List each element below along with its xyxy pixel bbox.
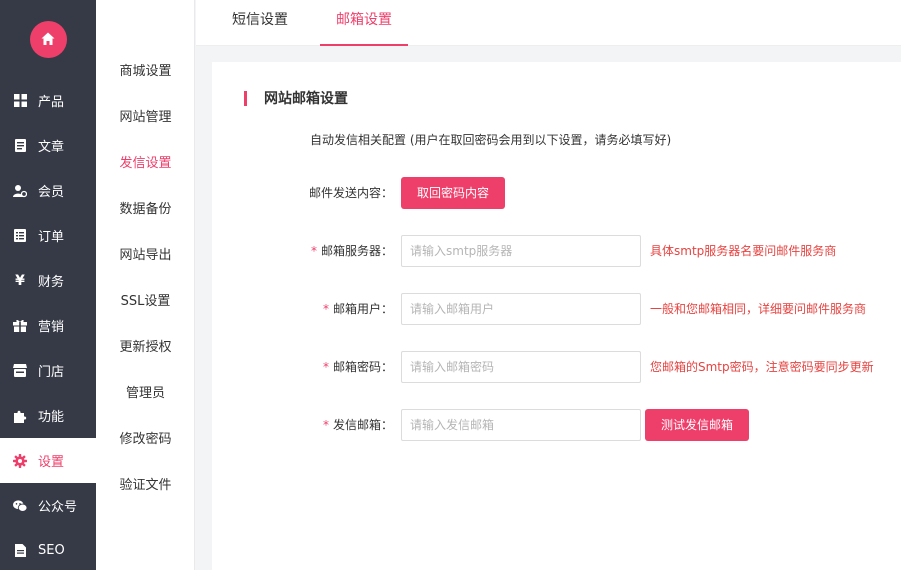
sidebar-item-label: 产品 (38, 95, 65, 110)
seo-icon (13, 544, 27, 558)
sidebar-item-marketing[interactable]: 营销 (0, 303, 96, 348)
sidebar-item-label: 设置 (38, 455, 65, 470)
section-title-text: 网站邮箱设置 (264, 91, 348, 107)
gear-icon (13, 453, 27, 468)
sidebar-item-finance[interactable]: ¥ 财务 (0, 258, 96, 303)
email-user-label: * 邮箱用户： (322, 302, 393, 316)
submenu-item-ssl-settings[interactable]: SSL设置 (96, 290, 195, 309)
sidebar-item-stores[interactable]: 门店 (0, 348, 96, 393)
wechat-icon (13, 499, 27, 513)
test-send-email-button[interactable]: 测试发信邮箱 (645, 409, 749, 441)
sidebar-item-label: 门店 (38, 365, 65, 380)
sidebar-item-members[interactable]: 会员 (0, 168, 96, 213)
email-password-hint: 您邮箱的Smtp密码，注意密码要同步更新 (650, 360, 874, 374)
section-title-accent-bar (244, 90, 247, 106)
logo-area (0, 0, 96, 78)
email-user-hint: 一般和您邮箱相同，详细要问邮件服务商 (650, 302, 867, 316)
sidebar-item-orders[interactable]: 订单 (0, 213, 96, 258)
sidebar-item-label: 公众号 (38, 500, 78, 515)
email-password-label: * 邮箱密码： (322, 360, 393, 374)
mail-content-label: 邮件发送内容： (308, 186, 393, 200)
sidebar-item-label: 会员 (38, 185, 65, 200)
submenu-item-sending-settings[interactable]: 发信设置 (96, 152, 195, 171)
submenu-item-mall-settings[interactable]: 商城设置 (96, 60, 195, 79)
email-password-input[interactable] (401, 351, 641, 383)
sidebar-item-settings[interactable]: 设置 (0, 438, 96, 483)
section-description: 自动发信相关配置 (用户在取回密码会用到以下设置，请务必填写好) (310, 133, 672, 147)
sidebar-item-features[interactable]: 功能 (0, 393, 96, 438)
required-mark: * (310, 244, 317, 258)
tab-sms-settings[interactable]: 短信设置 (214, 0, 306, 46)
sidebar-item-label: 订单 (38, 230, 65, 245)
submenu-item-update-license[interactable]: 更新授权 (96, 336, 195, 355)
sidebar-item-label: 营销 (38, 320, 65, 335)
yen-icon: ¥ (15, 272, 25, 289)
puzzle-icon (13, 409, 27, 423)
list-icon (13, 229, 27, 243)
sender-email-input[interactable] (401, 409, 641, 441)
smtp-server-hint: 具体smtp服务器名要问邮件服务商 (650, 244, 837, 258)
required-mark: * (322, 302, 329, 316)
tab-email-settings[interactable]: 邮箱设置 (320, 0, 408, 46)
sidebar-item-label: 功能 (38, 410, 65, 425)
email-settings-panel: 网站邮箱设置 自动发信相关配置 (用户在取回密码会用到以下设置，请务必填写好) … (212, 62, 901, 570)
sidebar-item-label: 财务 (38, 275, 65, 290)
section-title: 网站邮箱设置 (244, 90, 348, 107)
grid-icon (13, 94, 27, 108)
submenu-item-administrators[interactable]: 管理员 (96, 382, 195, 401)
main-sidebar: 产品 文章 会员 订单 ¥ 财务 营销 门店 功能 设置 公众号 SEO (0, 0, 96, 570)
submenu-item-site-export[interactable]: 网站导出 (96, 244, 195, 263)
email-user-input[interactable] (401, 293, 641, 325)
sidebar-item-articles[interactable]: 文章 (0, 123, 96, 168)
gift-icon (13, 319, 27, 333)
submenu-item-change-password[interactable]: 修改密码 (96, 428, 195, 447)
smtp-server-label: * 邮箱服务器： (310, 244, 393, 258)
sidebar-item-label: 文章 (38, 140, 65, 155)
sender-email-label: * 发信邮箱： (322, 418, 393, 432)
sidebar-item-official-account[interactable]: 公众号 (0, 483, 96, 528)
submenu-item-data-backup[interactable]: 数据备份 (96, 198, 195, 217)
submenu-item-site-management[interactable]: 网站管理 (96, 106, 195, 125)
home-icon[interactable] (29, 20, 67, 58)
required-mark: * (322, 360, 329, 374)
mail-content-button[interactable]: 取回密码内容 (401, 177, 505, 209)
user-icon (13, 184, 27, 198)
settings-tabs: 短信设置 邮箱设置 (196, 0, 901, 46)
settings-submenu: 商城设置 网站管理 发信设置 数据备份 网站导出 SSL设置 更新授权 管理员 … (96, 0, 195, 570)
sidebar-item-products[interactable]: 产品 (0, 78, 96, 123)
store-icon (13, 364, 27, 378)
document-icon (13, 139, 27, 153)
sidebar-item-seo[interactable]: SEO (0, 528, 96, 570)
sidebar-item-label: SEO (38, 543, 65, 558)
submenu-item-verify-file[interactable]: 验证文件 (96, 474, 195, 493)
smtp-server-input[interactable] (401, 235, 641, 267)
required-mark: * (322, 418, 329, 432)
